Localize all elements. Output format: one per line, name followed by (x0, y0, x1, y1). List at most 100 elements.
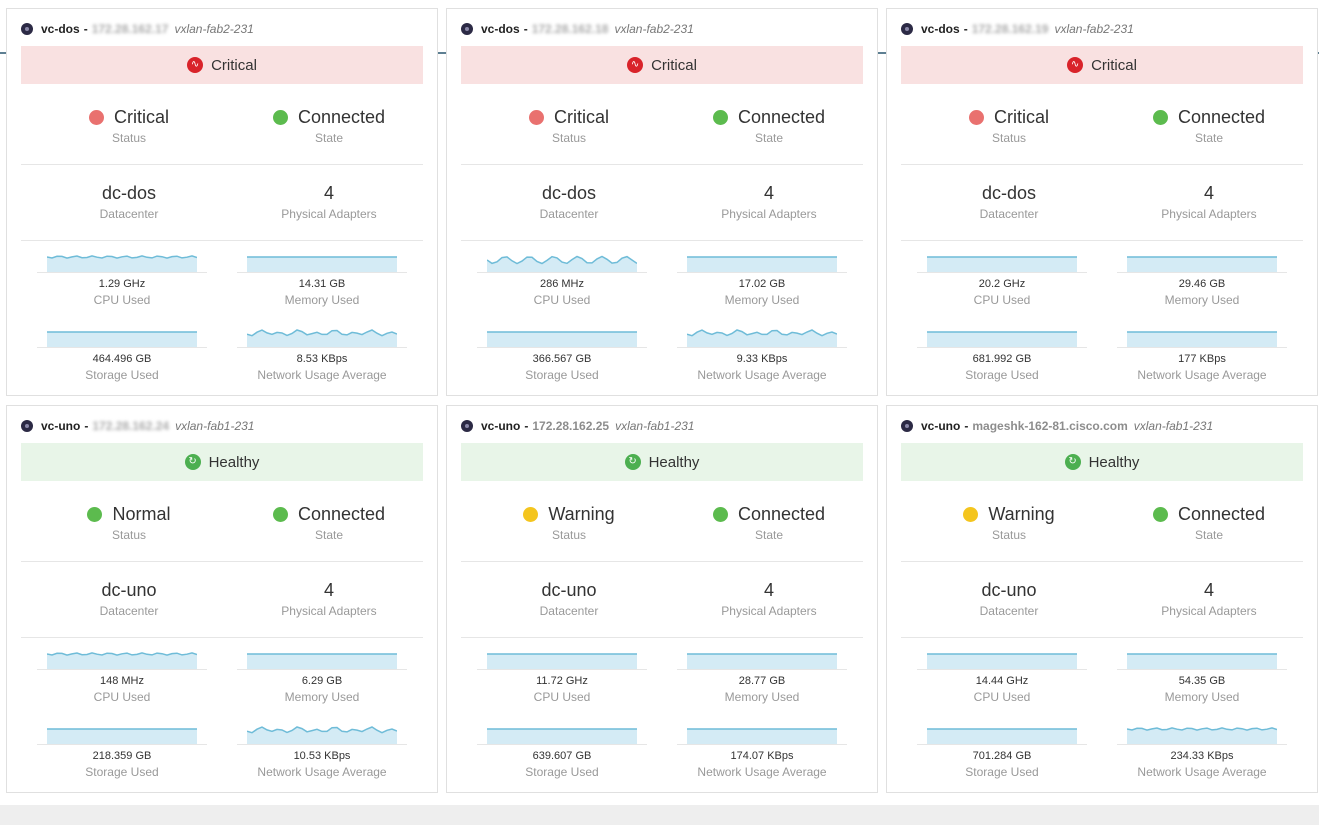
metric-cpu-used[interactable]: 1.29 GHz CPU Used (37, 252, 207, 307)
sparkline (687, 256, 837, 272)
sparkline-baseline (677, 669, 847, 670)
metric-storage-used[interactable]: 639.607 GB Storage Used (477, 724, 647, 779)
metric-label: Network Usage Average (257, 368, 387, 382)
vcenter-card[interactable]: vc-uno -172.28.162.25 vxlan-fab1-231 ↻ Healt… (446, 405, 878, 793)
health-label: Healthy (208, 453, 260, 471)
metric-value: 234.33 KBps (1170, 750, 1234, 762)
datacenter-value: dc-uno (101, 579, 157, 600)
vcenter-card[interactable]: vc-uno - mageshk-162-81.cisco.com vxlan-fab… (886, 405, 1318, 793)
sparkline-baseline (37, 669, 207, 670)
metric-network-usage-average[interactable]: 10.53 KBps Network Usage Average (237, 724, 407, 779)
metric-network-usage-average[interactable]: 8.53 KBps Network Usage Average (237, 327, 407, 382)
metric-memory-used[interactable]: 14.31 GB Memory Used (237, 252, 407, 307)
datacenter-label: Datacenter (539, 604, 599, 618)
metric-cpu-used[interactable]: 286 MHz CPU Used (477, 252, 647, 307)
metric-storage-used[interactable]: 701.284 GB Storage Used (917, 724, 1087, 779)
metric-memory-used[interactable]: 29.46 GB Memory Used (1117, 252, 1287, 307)
vcenter-card[interactable]: vc-dos -172.28.162.18 vxlan-fab2-231 ∿ Criti… (446, 8, 878, 396)
sparkline-area (247, 330, 397, 347)
divider (901, 164, 1303, 165)
card-header: vc-uno - mageshk-162-81.cisco.com vxlan-fab… (901, 416, 1213, 436)
sparkline-baseline (37, 272, 207, 273)
datacenter-stat: dc-uno Datacenter (29, 578, 229, 619)
metric-cpu-used[interactable]: 11.72 GHz CPU Used (477, 649, 647, 704)
fabric-name[interactable]: vxlan-fab2-231 (174, 22, 253, 36)
card-header: vc-dos -172.28.162.17 vxlan-fab2-231 (21, 19, 254, 39)
metric-label: Storage Used (85, 368, 159, 382)
metric-label: Memory Used (1164, 690, 1240, 704)
metric-value: 10.53 KBps (293, 750, 351, 762)
metric-cpu-used[interactable]: 148 MHz CPU Used (37, 649, 207, 704)
metric-network-usage-average[interactable]: 9.33 KBps Network Usage Average (677, 327, 847, 382)
vcenter-name: vc-uno (921, 419, 961, 433)
health-banner: ∿ Critical (461, 46, 863, 84)
metric-value: 639.607 GB (532, 750, 592, 762)
sparkline-baseline (677, 744, 847, 745)
vcenter-icon (901, 23, 913, 35)
pulse-icon: ∿ (187, 57, 204, 73)
sparkline-area (1127, 654, 1277, 669)
metric-storage-used[interactable]: 218.359 GB Storage Used (37, 724, 207, 779)
sparkline-area (1127, 727, 1277, 744)
status-value: Warning (469, 502, 669, 526)
metric-value: 11.72 GHz (536, 675, 588, 687)
state-value: Connected (669, 105, 869, 129)
metric-memory-used[interactable]: 54.35 GB Memory Used (1117, 649, 1287, 704)
fabric-name[interactable]: vxlan-fab1-231 (615, 419, 694, 433)
status-text: Critical (553, 106, 609, 127)
metric-memory-used[interactable]: 28.77 GB Memory Used (677, 649, 847, 704)
status-stat: Normal Status (29, 502, 229, 542)
vcenter-card[interactable]: vc-dos -172.28.162.17 vxlan-fab2-231 ∿ Criti… (6, 8, 438, 396)
metric-network-usage-average[interactable]: 234.33 KBps Network Usage Average (1117, 724, 1287, 779)
metric-network-usage-average[interactable]: 177 KBps Network Usage Average (1117, 327, 1287, 382)
vcenter-card[interactable]: vc-dos -172.28.162.19 vxlan-fab2-231 ∿ Criti… (886, 8, 1318, 396)
sparkline-area (487, 654, 637, 669)
metric-storage-used[interactable]: 366.567 GB Storage Used (477, 327, 647, 382)
sparkline-area (927, 332, 1077, 347)
vcenter-name: vc-uno (481, 419, 521, 433)
metric-label: Storage Used (525, 765, 599, 779)
sparkline (487, 653, 637, 669)
fabric-name[interactable]: vxlan-fab1-231 (175, 419, 254, 433)
sparkline-baseline (477, 347, 647, 348)
status-stat: Critical Status (469, 105, 669, 145)
metric-cpu-used[interactable]: 14.44 GHz CPU Used (917, 649, 1087, 704)
status-dot (523, 506, 539, 522)
status-dot (88, 109, 104, 125)
state-stat: Connected State (229, 105, 429, 145)
state-text: Connected (737, 503, 826, 524)
sparkline-baseline (917, 669, 1087, 670)
vcenter-card[interactable]: vc-uno -172.28.162.24 vxlan-fab1-231 ↻ Healt… (6, 405, 438, 793)
sparkline (47, 652, 197, 669)
adapters-value: 4 (763, 579, 774, 600)
metric-value: 218.359 GB (92, 750, 152, 762)
metric-value: 54.35 GB (1178, 675, 1226, 687)
divider (461, 637, 863, 638)
metric-storage-used[interactable]: 464.496 GB Storage Used (37, 327, 207, 382)
fabric-name[interactable]: vxlan-fab2-231 (1054, 22, 1133, 36)
sparkline-area (927, 257, 1077, 272)
metric-value: 9.33 KBps (736, 353, 788, 365)
vcenter-icon (461, 420, 473, 432)
sparkline-baseline (237, 272, 407, 273)
fabric-name[interactable]: vxlan-fab2-231 (614, 22, 693, 36)
status-text: Normal (112, 503, 171, 524)
adapters-stat: 4 Physical Adapters (669, 181, 869, 222)
sparkline-baseline (237, 669, 407, 670)
health-banner: ∿ Critical (901, 46, 1303, 84)
metric-label: Network Usage Average (697, 765, 827, 779)
metric-storage-used[interactable]: 681.992 GB Storage Used (917, 327, 1087, 382)
metric-network-usage-average[interactable]: 174.07 KBps Network Usage Average (677, 724, 847, 779)
vcenter-host: 172.28.162.24 (92, 419, 170, 433)
metric-memory-used[interactable]: 17.02 GB Memory Used (677, 252, 847, 307)
metric-cpu-used[interactable]: 20.2 GHz CPU Used (917, 252, 1087, 307)
metric-memory-used[interactable]: 6.29 GB Memory Used (237, 649, 407, 704)
fabric-name[interactable]: vxlan-fab1-231 (1134, 419, 1213, 433)
metric-label: CPU Used (973, 293, 1031, 307)
state-dot (712, 109, 728, 125)
adapters-value: 4 (1203, 579, 1214, 600)
vcenter-name: vc-dos (481, 22, 520, 36)
vcenter-name: vc-dos (41, 22, 80, 36)
metric-label: Memory Used (724, 293, 800, 307)
status-label: Status (111, 528, 147, 542)
